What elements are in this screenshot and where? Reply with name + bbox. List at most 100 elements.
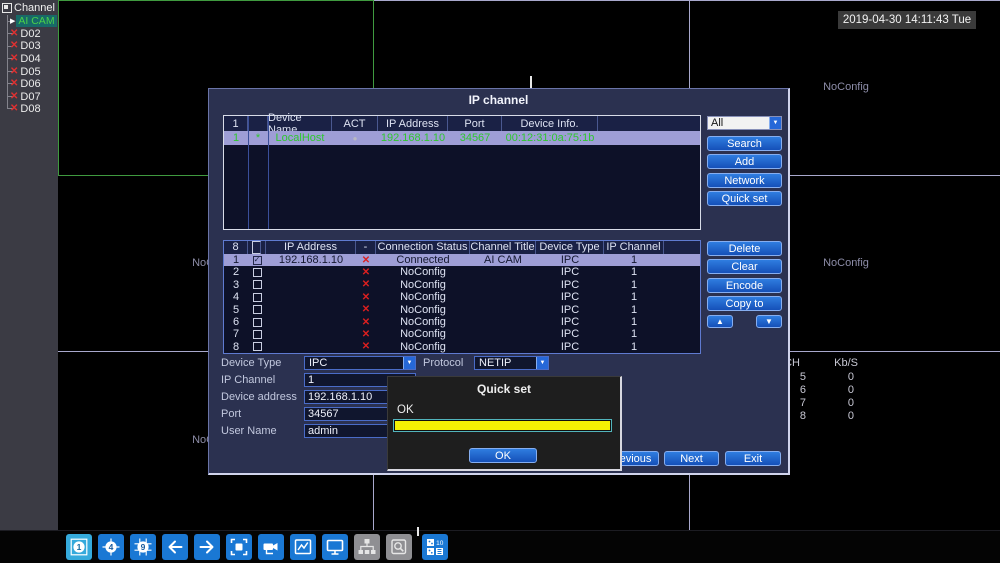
sidebar-item-label: D03 xyxy=(20,40,40,52)
sidebar-item-d06[interactable]: ✕ D06 xyxy=(10,78,41,90)
bitrate-val: 0 xyxy=(806,410,854,422)
sidebar-item-d08[interactable]: ✕ D08 xyxy=(10,103,41,115)
device-row[interactable]: 1 * LocalHost ● 192.168.1.10 34567 00:12… xyxy=(224,131,700,145)
next-channel-button[interactable] xyxy=(194,534,220,560)
progress-bar xyxy=(393,419,612,432)
channel-row-1[interactable]: 1 ✓ 192.168.1.10 ✕ Connected AI CAM IPC … xyxy=(224,254,700,266)
svg-text:4: 4 xyxy=(109,542,114,552)
device-address-label: Device address xyxy=(221,390,297,404)
pane-label: NoConfig xyxy=(823,81,869,93)
sidebar-item-label: D04 xyxy=(20,53,40,65)
copy-to-button[interactable]: Copy to xyxy=(707,296,782,311)
device-type-select[interactable]: IPC ▼ xyxy=(304,356,416,370)
bitrate-val: 0 xyxy=(806,397,854,409)
sidebar-item-label: D05 xyxy=(20,66,40,78)
chevron-down-icon[interactable]: ▼ xyxy=(769,117,781,129)
system-timestamp: 2019-04-30 14:11:43 Tue xyxy=(838,11,976,29)
row-checkbox[interactable] xyxy=(248,268,266,277)
quick-set-button[interactable]: Quick set xyxy=(707,191,782,206)
pane-label: NoConfig xyxy=(823,257,869,269)
sidebar-item-selected[interactable]: ▶ AI CAM xyxy=(10,15,57,27)
sidebar-item-label: D06 xyxy=(20,78,40,90)
sidebar-item-label: D02 xyxy=(20,28,40,40)
sidebar-item-label: D08 xyxy=(20,103,40,115)
user-name-label: User Name xyxy=(221,424,277,438)
disconnected-icon: ✕ xyxy=(10,29,18,39)
port-label: Port xyxy=(221,407,241,421)
disconnected-icon: ✕ xyxy=(10,67,18,77)
sidebar-item-label: D07 xyxy=(20,91,40,103)
row-checkbox[interactable] xyxy=(248,305,266,314)
bitrate-val: 0 xyxy=(806,384,854,396)
page-up-button[interactable]: ▲ xyxy=(707,315,733,328)
monitor-output-button[interactable] xyxy=(322,534,348,560)
channel-row-7[interactable]: 7 ✕ NoConfig IPC 1 xyxy=(224,328,700,340)
quick-set-status: OK xyxy=(397,404,414,416)
image-color-button[interactable] xyxy=(290,534,316,560)
disconnected-icon: ✕ xyxy=(10,79,18,89)
row-checkbox[interactable] xyxy=(248,318,266,327)
next-button[interactable]: Next xyxy=(664,451,719,466)
ip-channel-label: IP Channel xyxy=(221,373,275,387)
svg-text:10: 10 xyxy=(436,540,444,547)
clear-button[interactable]: Clear xyxy=(707,259,782,274)
channel-row-3[interactable]: 3 ✕ NoConfig IPC 1 xyxy=(224,279,700,291)
search-table-header: 1 Device Name ACT IP Address Port Device… xyxy=(224,116,700,131)
ptz-button[interactable] xyxy=(258,534,284,560)
nine-view-button[interactable]: 9 xyxy=(130,534,156,560)
add-button[interactable]: Add xyxy=(707,154,782,169)
encode-button[interactable]: Encode xyxy=(707,278,782,293)
sidebar-item-d04[interactable]: ✕ D04 xyxy=(10,53,41,65)
row-checkbox[interactable] xyxy=(248,342,266,351)
channel-row-6[interactable]: 6 ✕ NoConfig IPC 1 xyxy=(224,316,700,328)
grid-line-top xyxy=(374,0,1000,1)
search-button[interactable]: Search xyxy=(707,136,782,151)
filter-dropdown[interactable]: All ▼ xyxy=(707,116,782,130)
row-checkbox[interactable] xyxy=(248,280,266,289)
sidebar-item-d07[interactable]: ✕ D07 xyxy=(10,91,41,103)
channel-table-header: 8 IP Address - Connection Status Channel… xyxy=(224,241,700,254)
quad-view-button[interactable]: 4 xyxy=(98,534,124,560)
channel-grid-button[interactable]: 10 xyxy=(422,534,448,560)
delete-button[interactable]: Delete xyxy=(707,241,782,256)
single-view-button[interactable]: 1 xyxy=(66,534,92,560)
channel-row-5[interactable]: 5 ✕ NoConfig IPC 1 xyxy=(224,303,700,315)
bitrate-val: 0 xyxy=(806,371,854,383)
quick-set-ok-button[interactable]: OK xyxy=(469,448,537,463)
active-dot-icon: ● xyxy=(332,134,378,143)
row-checkbox[interactable] xyxy=(248,330,266,339)
search-result-table: 1 Device Name ACT IP Address Port Device… xyxy=(223,115,701,230)
toolbar: 1 4 9 10 xyxy=(0,530,1000,563)
svg-text:1: 1 xyxy=(77,542,82,552)
disconnected-icon: ✕ xyxy=(10,104,18,114)
previous-channel-button[interactable] xyxy=(162,534,188,560)
protocol-select[interactable]: NETIP ▼ xyxy=(474,356,549,370)
select-all-checkbox[interactable] xyxy=(248,241,266,254)
row-checkbox[interactable] xyxy=(248,293,266,302)
channel-tree-root[interactable]: Channel xyxy=(2,2,55,14)
sidebar-item-label: AI CAM xyxy=(16,15,56,27)
sidebar-item-d05[interactable]: ✕ D05 xyxy=(10,66,41,78)
progress-fill xyxy=(395,421,610,430)
record-search-button[interactable] xyxy=(386,534,412,560)
chevron-down-icon[interactable]: ▼ xyxy=(536,357,548,369)
sidebar-item-d03[interactable]: ✕ D03 xyxy=(10,40,41,52)
sidebar-item-d02[interactable]: ✕ D02 xyxy=(10,28,41,40)
selection-arrow-icon: ▶ xyxy=(10,17,15,25)
dialog-title: IP channel xyxy=(209,93,788,107)
network-button-dialog[interactable]: Network xyxy=(707,173,782,188)
toolbar-separator-tick xyxy=(417,527,419,536)
row-checkbox[interactable]: ✓ xyxy=(248,256,266,265)
channel-row-4[interactable]: 4 ✕ NoConfig IPC 1 xyxy=(224,291,700,303)
chevron-down-icon[interactable]: ▼ xyxy=(403,357,415,369)
disconnected-icon: ✕ xyxy=(10,54,18,64)
quick-set-title: Quick set xyxy=(388,382,620,396)
exit-button[interactable]: Exit xyxy=(725,451,781,466)
network-button[interactable] xyxy=(354,534,380,560)
channel-row-2[interactable]: 2 ✕ NoConfig IPC 1 xyxy=(224,266,700,278)
svg-text:9: 9 xyxy=(141,542,146,552)
device-type-label: Device Type xyxy=(221,356,281,370)
channel-row-8[interactable]: 8 ✕ NoConfig IPC 1 xyxy=(224,341,700,353)
page-down-button[interactable]: ▼ xyxy=(756,315,782,328)
screen-switch-button[interactable] xyxy=(226,534,252,560)
